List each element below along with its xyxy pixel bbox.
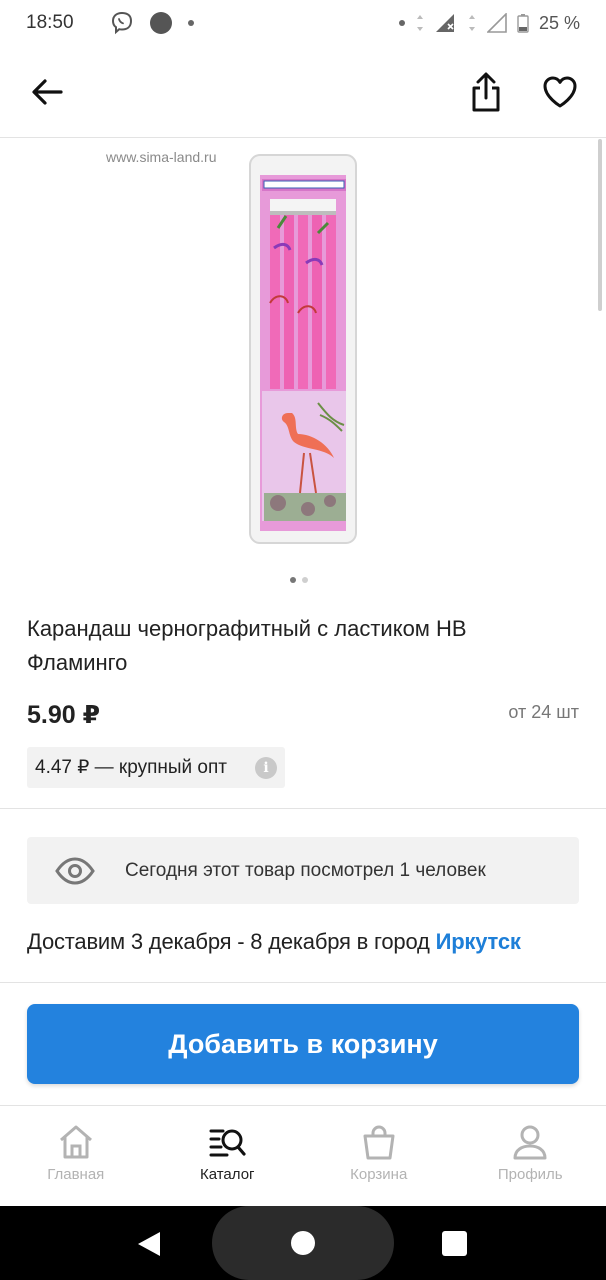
shopping-bag-icon [363, 1125, 395, 1160]
arrow-left-icon [32, 79, 63, 105]
viewers-text: Сегодня этот товар посмотрел 1 человек [125, 859, 486, 881]
nav-item-home[interactable]: Главная [0, 1106, 152, 1206]
nav-label-cart: Корзина [350, 1166, 408, 1183]
eye-icon [55, 856, 95, 885]
viber-icon [111, 11, 132, 35]
bottom-navigation: Главная Каталог Корзина Профиль [0, 1105, 606, 1206]
system-navigation-bar [0, 1206, 606, 1280]
status-bar: 18:50 25 % [0, 0, 606, 46]
delivery-city-link[interactable]: Иркутск [436, 929, 521, 954]
nav-item-cart[interactable]: Корзина [303, 1106, 455, 1206]
info-icon[interactable]: i [255, 756, 277, 779]
product-image-gallery[interactable]: www.sima-land.ru [0, 139, 606, 599]
gallery-pager [290, 577, 308, 583]
pager-dot[interactable] [302, 577, 308, 583]
battery-icon [517, 14, 529, 33]
product-image [249, 154, 357, 544]
delivery-info: Доставим 3 декабря - 8 декабря в город И… [27, 929, 521, 955]
nav-label-catalog: Каталог [199, 1166, 255, 1183]
catalog-search-icon [209, 1129, 246, 1157]
profile-icon [513, 1125, 547, 1160]
status-time: 18:50 [26, 12, 74, 33]
nav-label-profile: Профиль [497, 1166, 563, 1183]
data-arrows-icon-2 [468, 15, 475, 31]
delivery-text: Доставим 3 декабря - 8 декабря в город [27, 929, 436, 954]
system-back-icon[interactable] [136, 1230, 162, 1258]
home-icon [59, 1125, 92, 1159]
add-to-cart-button[interactable]: Добавить в корзину [27, 1004, 579, 1084]
bulk-price-text: 4.47 ₽ — крупный опт [35, 757, 227, 778]
battery-level: 25 % [538, 12, 580, 33]
signal-empty-icon [486, 13, 507, 33]
product-price: 5.90 ₽ [27, 701, 100, 729]
bulk-price-badge: 4.47 ₽ — крупный опт i [27, 747, 285, 788]
system-recents-icon[interactable] [442, 1231, 467, 1256]
top-app-bar [0, 46, 606, 138]
pager-dot-active[interactable] [290, 577, 296, 583]
back-button[interactable] [23, 68, 71, 116]
nav-item-profile[interactable]: Профиль [455, 1106, 606, 1206]
nav-item-catalog[interactable]: Каталог [152, 1106, 304, 1206]
status-dot-icon [398, 20, 405, 26]
heart-icon [543, 76, 577, 108]
scrollbar[interactable] [598, 139, 602, 311]
more-notifications-icon [187, 20, 194, 26]
image-watermark: www.sima-land.ru [106, 149, 217, 165]
minimum-quantity: от 24 шт [508, 702, 579, 722]
product-title: Карандаш чернографитный с ластиком HB Фл… [27, 616, 467, 675]
viewers-banner: Сегодня этот товар посмотрел 1 человек [27, 837, 579, 904]
favorite-button[interactable] [536, 68, 584, 116]
divider [0, 808, 606, 809]
share-button[interactable] [462, 68, 510, 116]
system-home-icon[interactable] [291, 1231, 315, 1255]
share-icon [472, 72, 500, 112]
nav-label-home: Главная [47, 1166, 105, 1183]
signal-icon [435, 14, 454, 32]
divider [0, 982, 606, 983]
notification-dot-icon [149, 12, 172, 34]
data-arrows-icon [416, 15, 423, 31]
